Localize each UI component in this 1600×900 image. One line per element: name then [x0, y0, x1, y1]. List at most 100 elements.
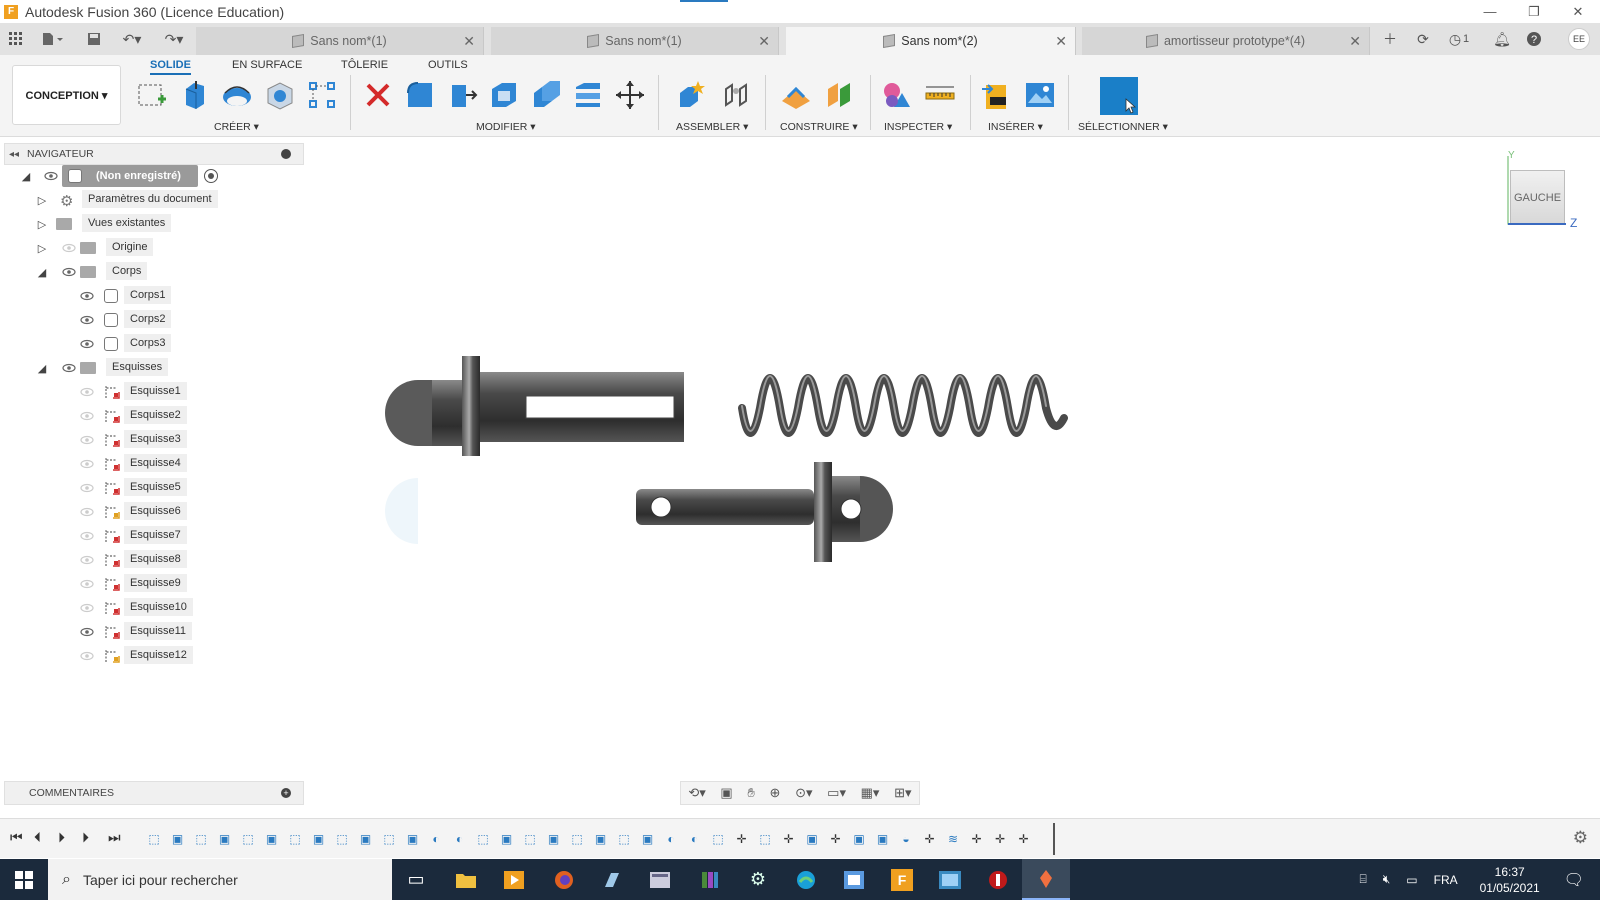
document-tab[interactable]: amortisseur prototype*(4) ✕: [1082, 27, 1370, 55]
timeline-feature-icon[interactable]: ⬚: [522, 831, 538, 847]
new-tab-plus-icon[interactable]: ＋: [1378, 23, 1402, 55]
display-settings-icon[interactable]: ▭▾: [827, 785, 846, 801]
tree-item[interactable]: Esquisse10: [0, 597, 300, 619]
visibility-eye-icon[interactable]: [80, 315, 94, 325]
tree-item[interactable]: Esquisse9: [0, 573, 300, 595]
create-sketch-icon[interactable]: [136, 79, 168, 111]
tree-item[interactable]: Esquisse12: [0, 645, 300, 667]
group-selectionner[interactable]: SÉLECTIONNER ▾: [1078, 121, 1168, 133]
file-menu-icon[interactable]: [38, 23, 68, 55]
visibility-eye-icon[interactable]: [80, 627, 94, 637]
tree-item[interactable]: Esquisse3: [0, 429, 300, 451]
expand-toggle-icon[interactable]: ◢: [36, 362, 48, 375]
tree-item[interactable]: Esquisse2: [0, 405, 300, 427]
timeline-feature-icon[interactable]: ⬚: [381, 831, 397, 847]
expand-toggle-icon[interactable]: ▷: [36, 218, 48, 231]
tree-item[interactable]: ◢ Corps: [0, 261, 300, 283]
pattern-icon[interactable]: [306, 79, 338, 111]
clock[interactable]: 16:37 01/05/2021: [1480, 864, 1540, 896]
workspace-switcher[interactable]: CONCEPTION ▾: [12, 65, 121, 125]
cylinder-body[interactable]: [385, 356, 684, 456]
model-canvas[interactable]: [306, 140, 1600, 780]
timeline-feature-icon[interactable]: ▣: [640, 831, 656, 847]
visibility-eye-icon[interactable]: [80, 531, 94, 541]
tab-en-surface[interactable]: EN SURFACE: [232, 59, 302, 71]
data-panel-grid-icon[interactable]: [4, 23, 28, 55]
shell-icon[interactable]: [488, 79, 520, 111]
group-modifier[interactable]: MODIFIER ▾: [476, 121, 536, 133]
timeline-feature-icon[interactable]: ▣: [217, 831, 233, 847]
windows-start-button[interactable]: [0, 859, 48, 900]
timeline-feature-icon[interactable]: ▣: [593, 831, 609, 847]
tab-close-icon[interactable]: ✕: [463, 33, 475, 50]
tree-item[interactable]: Corps3: [0, 333, 300, 355]
timeline-feature-icon[interactable]: ▣: [405, 831, 421, 847]
tree-item[interactable]: ▷ ⚙ Paramètres du document: [0, 189, 300, 211]
timeline-feature-icon[interactable]: ✛: [992, 831, 1008, 847]
visibility-eye-icon[interactable]: [80, 459, 94, 469]
save-icon[interactable]: [82, 23, 106, 55]
visibility-eye-icon[interactable]: [62, 363, 76, 373]
group-assembler[interactable]: ASSEMBLER ▾: [676, 121, 748, 133]
timeline-feature-icon[interactable]: ✛: [922, 831, 938, 847]
help-icon[interactable]: ?: [1522, 23, 1546, 55]
undo-icon[interactable]: ↶▾: [116, 23, 148, 55]
delete-icon[interactable]: [362, 79, 394, 111]
extensions-icon[interactable]: ⟳: [1410, 23, 1436, 55]
timeline-feature-icon[interactable]: ▣: [499, 831, 515, 847]
timeline-feature-icon[interactable]: ▣: [546, 831, 562, 847]
tree-item[interactable]: Esquisse4: [0, 453, 300, 475]
comments-panel[interactable]: COMMENTAIRES +: [4, 781, 304, 805]
job-status-button[interactable]: ◷ 1: [1442, 23, 1476, 55]
app-icon[interactable]: [974, 859, 1022, 900]
timeline-feature-icon[interactable]: ⬚: [240, 831, 256, 847]
visibility-eye-icon[interactable]: [80, 483, 94, 493]
fusion-360-taskbar-icon[interactable]: F: [878, 859, 926, 900]
redo-icon[interactable]: ↷▾: [158, 23, 190, 55]
fit-zoom-icon[interactable]: ⊙▾: [795, 785, 812, 801]
app-icon[interactable]: [926, 859, 974, 900]
tree-item[interactable]: Corps1: [0, 285, 300, 307]
timeline-feature-icon[interactable]: ▣: [264, 831, 280, 847]
group-construire[interactable]: CONSTRUIRE ▾: [780, 121, 858, 133]
collapse-panel-icon[interactable]: ◂◂: [9, 149, 19, 160]
timeline-feature-icon[interactable]: ⬚: [710, 831, 726, 847]
timeline-first-icon[interactable]: ⏮︎: [10, 829, 23, 846]
app-icon[interactable]: [830, 859, 878, 900]
timeline-feature-icon[interactable]: ▣: [851, 831, 867, 847]
timeline-feature-icon[interactable]: ⬚: [616, 831, 632, 847]
timeline-feature-icon[interactable]: ✛: [781, 831, 797, 847]
visibility-eye-icon[interactable]: [80, 603, 94, 613]
tab-outils[interactable]: OUTILS: [428, 59, 468, 71]
timeline-feature-icon[interactable]: ⬚: [146, 831, 162, 847]
timeline-feature-icon[interactable]: ✛: [734, 831, 750, 847]
notifications-bell-icon[interactable]: 🔔︎: [1490, 23, 1514, 55]
collapse-toggle-icon[interactable]: ◢: [20, 170, 32, 183]
move-icon[interactable]: [614, 79, 646, 111]
tree-root[interactable]: ◢ (Non enregistré): [0, 165, 300, 187]
tab-solide[interactable]: SOLIDE: [150, 59, 191, 75]
split-body-icon[interactable]: [572, 79, 604, 111]
timeline-feature-icon[interactable]: ⬚: [757, 831, 773, 847]
visibility-eye-icon[interactable]: [80, 411, 94, 421]
tree-item[interactable]: ▷ Origine: [0, 237, 300, 259]
minimize-button[interactable]: —: [1468, 0, 1512, 23]
orbit-icon[interactable]: ⟲▾: [688, 785, 705, 801]
timeline-feature-icon[interactable]: ◒: [898, 831, 914, 847]
expand-toggle-icon[interactable]: ▷: [36, 194, 48, 207]
press-pull-icon[interactable]: [446, 79, 478, 111]
timeline-feature-icon[interactable]: ⬚: [193, 831, 209, 847]
canvas-image-icon[interactable]: [1024, 79, 1056, 111]
piston-rod-body[interactable]: [636, 462, 893, 562]
navigator-panel-header[interactable]: ◂◂ NAVIGATEUR: [4, 143, 304, 165]
timeline-marker[interactable]: [1053, 823, 1055, 855]
timeline-feature-icon[interactable]: ≋: [945, 831, 961, 847]
add-comment-icon[interactable]: +: [281, 788, 291, 798]
measure-icon[interactable]: [924, 79, 956, 111]
group-inserer[interactable]: INSÉRER ▾: [988, 121, 1043, 133]
expand-toggle-icon[interactable]: ▷: [36, 242, 48, 255]
tree-item[interactable]: Esquisse5: [0, 477, 300, 499]
activate-radio-icon[interactable]: [204, 169, 218, 183]
timeline-feature-icon[interactable]: ⬚: [287, 831, 303, 847]
app-icon[interactable]: [636, 859, 684, 900]
